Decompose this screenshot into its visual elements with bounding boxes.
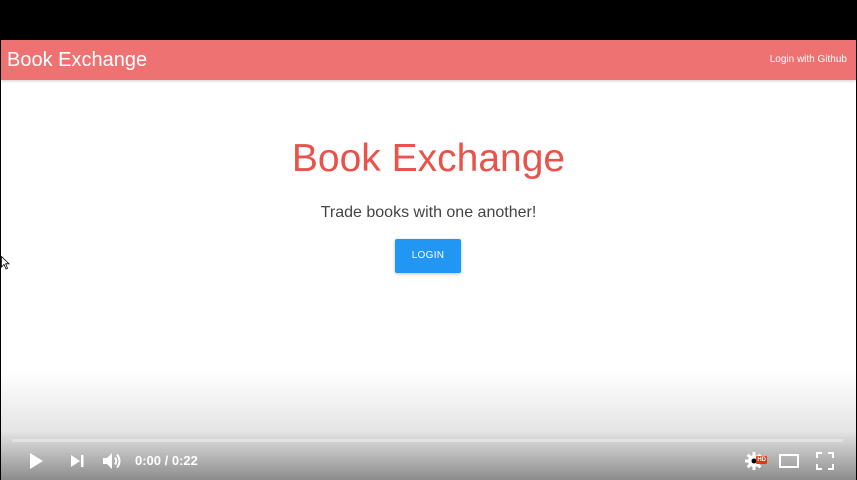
hd-badge: HD bbox=[756, 456, 767, 464]
play-button[interactable] bbox=[22, 442, 50, 480]
next-icon bbox=[71, 455, 84, 467]
app-navbar: Book Exchange Login with Github bbox=[1, 40, 856, 80]
hero-title: Book Exchange bbox=[291, 137, 566, 180]
login-button[interactable]: LOGIN bbox=[395, 239, 461, 273]
hero-subtitle: Trade books with one another! bbox=[320, 204, 537, 221]
play-icon bbox=[30, 453, 43, 469]
volume-icon bbox=[103, 453, 121, 469]
next-button[interactable] bbox=[63, 442, 91, 480]
video-player: Book Exchange Login with Github Book Exc… bbox=[0, 0, 857, 480]
brand-title: Book Exchange bbox=[7, 49, 148, 71]
fullscreen-button[interactable] bbox=[812, 442, 838, 480]
login-github-link[interactable]: Login with Github bbox=[770, 54, 847, 66]
volume-button[interactable] bbox=[99, 442, 127, 480]
player-controls: 0:00 / 0:22 HD bbox=[0, 442, 857, 480]
theater-mode-icon bbox=[779, 454, 799, 468]
mouse-cursor-icon bbox=[1, 256, 10, 270]
theater-mode-button[interactable] bbox=[775, 442, 803, 480]
settings-button[interactable]: HD bbox=[741, 442, 767, 480]
fullscreen-icon bbox=[816, 452, 834, 470]
video-frame[interactable]: Book Exchange Login with Github Book Exc… bbox=[1, 40, 856, 480]
time-display: 0:00 / 0:22 bbox=[135, 453, 198, 468]
